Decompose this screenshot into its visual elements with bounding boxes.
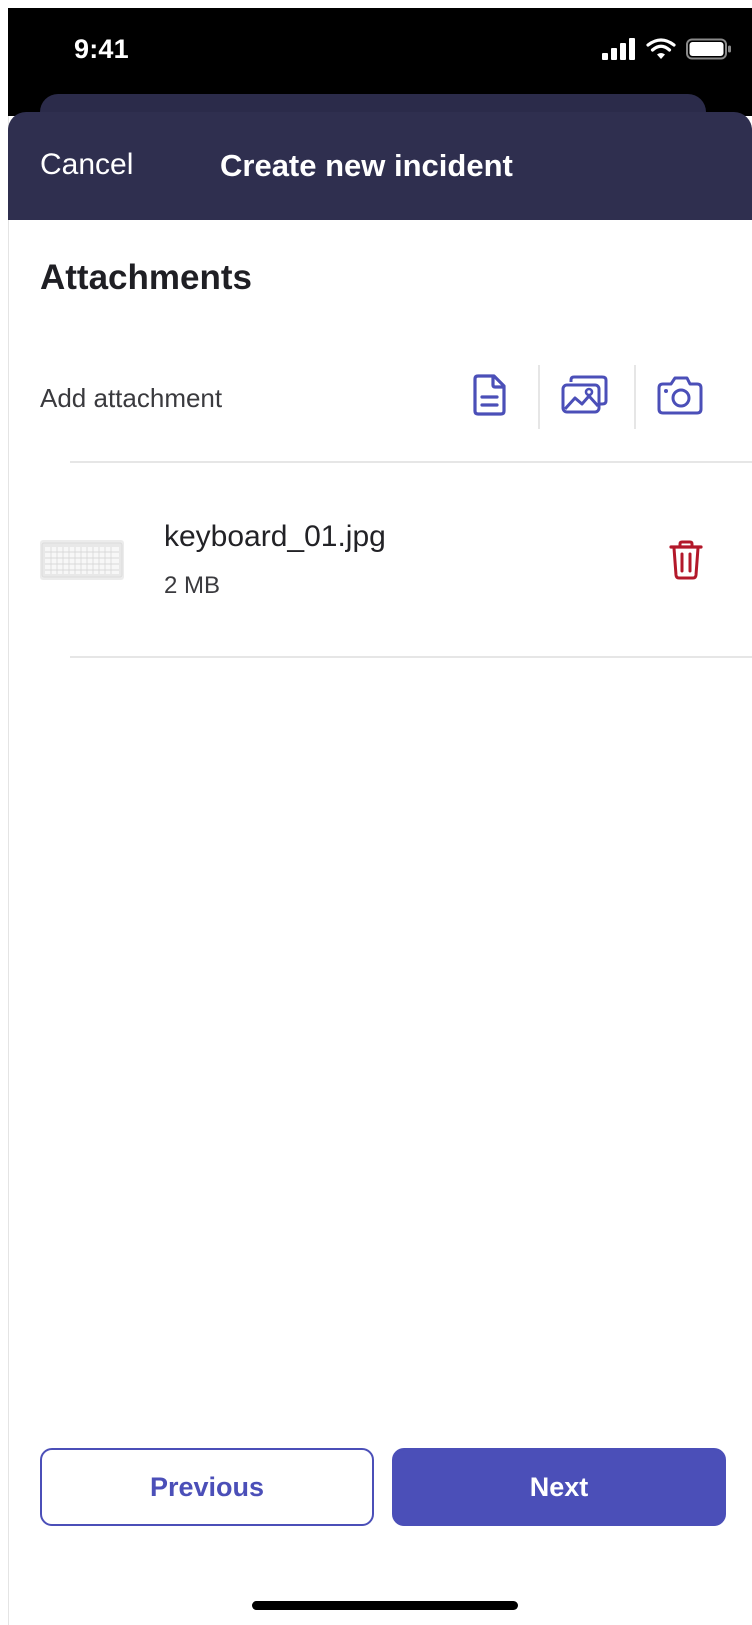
action-separator bbox=[634, 365, 636, 429]
phone-screen: 9:41 Cancel Create new incident Attachme… bbox=[8, 8, 752, 1625]
previous-button[interactable]: Previous bbox=[40, 1448, 374, 1526]
document-icon bbox=[470, 373, 510, 422]
status-icons bbox=[602, 38, 732, 65]
attach-camera-button[interactable] bbox=[650, 367, 710, 427]
page-title: Create new incident bbox=[220, 148, 513, 183]
divider bbox=[70, 656, 752, 658]
trash-icon bbox=[669, 540, 703, 585]
home-indicator bbox=[252, 1601, 518, 1610]
add-attachment-label: Add attachment bbox=[40, 383, 223, 413]
section-title: Attachments bbox=[40, 258, 252, 297]
action-separator bbox=[538, 365, 540, 429]
status-time: 9:41 bbox=[74, 34, 129, 64]
wifi-icon bbox=[646, 38, 676, 65]
camera-icon bbox=[657, 375, 703, 420]
battery-icon bbox=[686, 38, 732, 65]
cancel-button[interactable]: Cancel bbox=[40, 148, 133, 182]
keyboard-thumbnail bbox=[40, 540, 124, 580]
file-size: 2 MB bbox=[164, 572, 221, 599]
divider bbox=[70, 461, 752, 463]
attach-image-button[interactable] bbox=[554, 367, 614, 427]
delete-attachment-button[interactable] bbox=[660, 536, 712, 588]
image-gallery-icon bbox=[560, 375, 608, 420]
next-button[interactable]: Next bbox=[392, 1448, 726, 1526]
cellular-signal-icon bbox=[602, 38, 636, 65]
modal-header: Cancel Create new incident bbox=[8, 112, 752, 220]
attach-document-button[interactable] bbox=[460, 367, 520, 427]
attachment-list-item: keyboard_01.jpg 2 MB bbox=[40, 506, 752, 616]
file-name: keyboard_01.jpg bbox=[164, 520, 386, 553]
add-attachment-row: Add attachment bbox=[40, 363, 752, 433]
